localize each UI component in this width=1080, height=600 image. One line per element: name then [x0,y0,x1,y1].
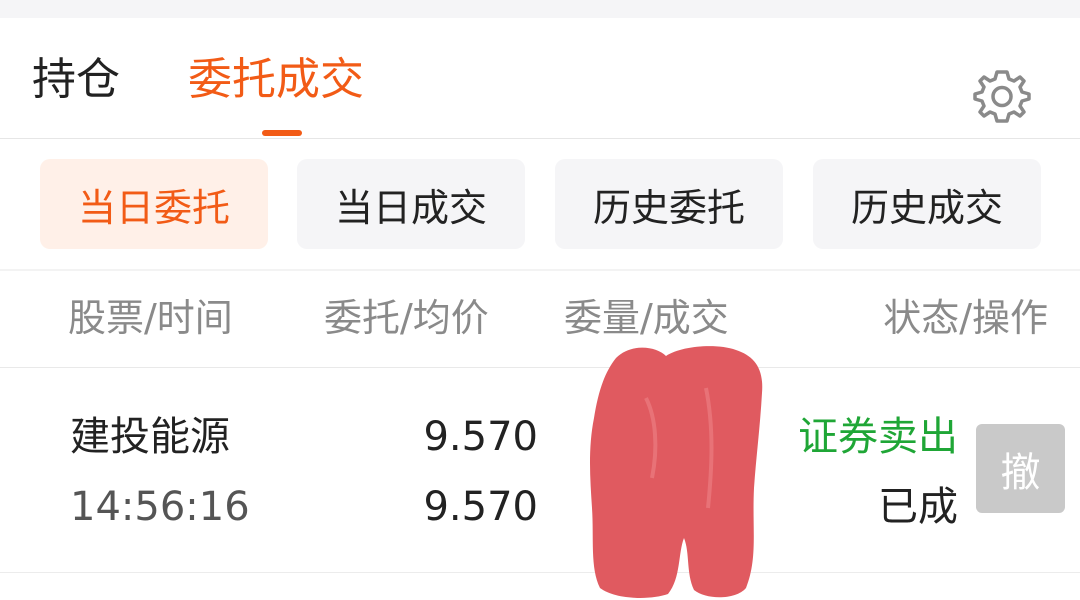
order-time: 14:56:16 [70,484,250,530]
gear-icon[interactable] [970,64,1034,128]
header-stock-time: 股票/时间 [68,296,233,340]
tab-orders-trades[interactable]: 委托成交 [188,52,364,108]
order-filter-bar: 当日委托 当日成交 历史委托 历史成交 [0,139,1080,269]
average-price: 9.570 [423,484,538,530]
header-order-avg: 委托/均价 [324,296,489,340]
table-header: 股票/时间 委托/均价 委量/成交 状态/操作 [0,271,1080,368]
filter-today-orders[interactable]: 当日委托 [40,159,268,249]
redaction-mark [590,346,763,598]
header-qty-filled: 委量/成交 [564,296,729,340]
cancel-order-button[interactable]: 撤 [976,424,1065,513]
filter-history-trades[interactable]: 历史成交 [813,159,1041,249]
top-tab-bar: 持仓 委托成交 [0,18,1080,139]
order-status: 已成 [878,484,958,530]
active-tab-indicator [262,130,302,136]
filter-history-orders[interactable]: 历史委托 [555,159,783,249]
header-status-action: 状态/操作 [883,296,1048,340]
filter-today-trades[interactable]: 当日成交 [297,159,525,249]
tab-holdings[interactable]: 持仓 [32,52,120,108]
stock-name: 建投能源 [70,414,230,460]
order-price: 9.570 [423,414,538,460]
status-strip [0,0,1080,18]
order-type: 证券卖出 [798,414,958,460]
table-row[interactable]: 建投能源 14:56:16 9.570 9.570 证券卖出 已成 撤 [0,368,1080,573]
